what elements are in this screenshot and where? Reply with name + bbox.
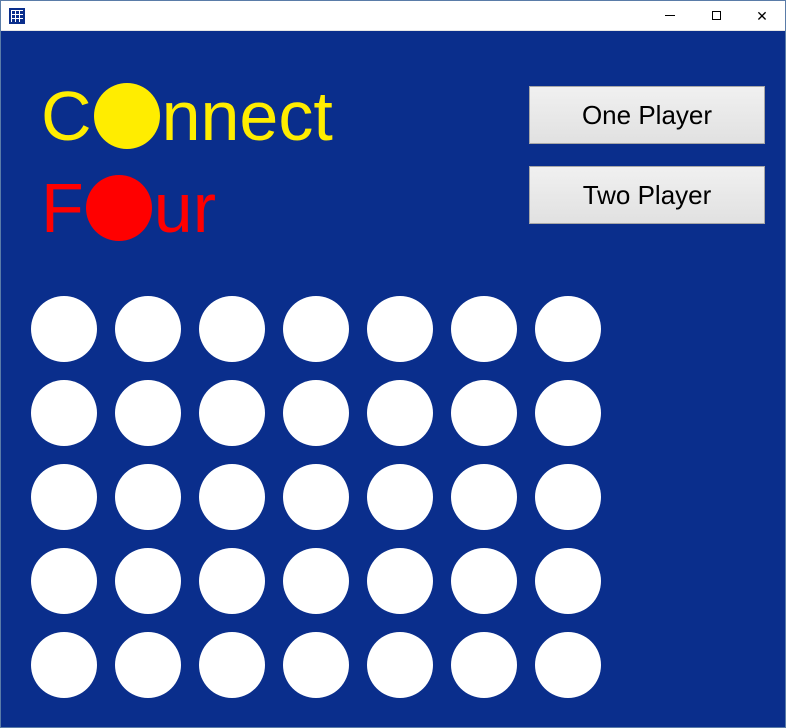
board-cell[interactable] <box>535 380 601 446</box>
board-cell[interactable] <box>535 464 601 530</box>
board-cell[interactable] <box>367 632 433 698</box>
board-cell[interactable] <box>199 380 265 446</box>
board-cell[interactable] <box>31 632 97 698</box>
board-cell[interactable] <box>199 296 265 362</box>
red-disc-icon <box>86 175 152 241</box>
board-cell[interactable] <box>535 296 601 362</box>
board-cell[interactable] <box>283 548 349 614</box>
app-window: ✕ C nnect F ur One Player Two Player <box>0 0 786 728</box>
titlebar: ✕ <box>1 1 785 31</box>
board-cell[interactable] <box>451 380 517 446</box>
board-cell[interactable] <box>199 632 265 698</box>
board-cell[interactable] <box>367 548 433 614</box>
board-cell[interactable] <box>451 464 517 530</box>
board-cell[interactable] <box>199 548 265 614</box>
game-board <box>31 296 601 698</box>
board-cell[interactable] <box>535 632 601 698</box>
board-cell[interactable] <box>115 296 181 362</box>
board-cell[interactable] <box>115 464 181 530</box>
title-line-2: F ur <box>41 168 333 248</box>
board-cell[interactable] <box>451 548 517 614</box>
title-letter: F <box>41 173 84 243</box>
close-icon: ✕ <box>756 9 768 23</box>
board-cell[interactable] <box>367 296 433 362</box>
maximize-icon <box>712 11 721 20</box>
board-cell[interactable] <box>31 296 97 362</box>
title-letters: ur <box>154 173 216 243</box>
board-cell[interactable] <box>283 380 349 446</box>
board-cell[interactable] <box>451 632 517 698</box>
two-player-button[interactable]: Two Player <box>529 166 765 224</box>
board-cell[interactable] <box>115 548 181 614</box>
maximize-button[interactable] <box>693 1 739 31</box>
one-player-button[interactable]: One Player <box>529 86 765 144</box>
board-cell[interactable] <box>115 380 181 446</box>
game-title: C nnect F ur <box>41 76 333 248</box>
board-cell[interactable] <box>283 632 349 698</box>
board-cell[interactable] <box>535 548 601 614</box>
board-cell[interactable] <box>199 464 265 530</box>
mode-menu: One Player Two Player <box>529 86 765 224</box>
app-icon <box>9 8 25 24</box>
title-letter: C <box>41 81 92 151</box>
game-area: C nnect F ur One Player Two Player <box>1 31 785 727</box>
board-cell[interactable] <box>367 380 433 446</box>
title-letters: nnect <box>162 81 333 151</box>
board-cell[interactable] <box>31 464 97 530</box>
board-cell[interactable] <box>367 464 433 530</box>
close-button[interactable]: ✕ <box>739 1 785 31</box>
yellow-disc-icon <box>94 83 160 149</box>
board-cell[interactable] <box>31 548 97 614</box>
board-cell[interactable] <box>283 296 349 362</box>
board-cell[interactable] <box>31 380 97 446</box>
minimize-button[interactable] <box>647 1 693 31</box>
board-cell[interactable] <box>451 296 517 362</box>
minimize-icon <box>665 15 675 16</box>
board-cell[interactable] <box>283 464 349 530</box>
title-line-1: C nnect <box>41 76 333 156</box>
board-cell[interactable] <box>115 632 181 698</box>
